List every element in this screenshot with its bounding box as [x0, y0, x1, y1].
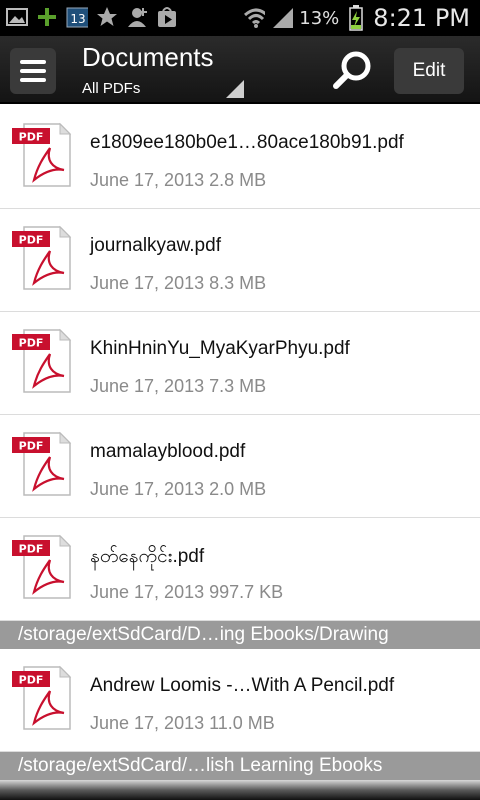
- svg-text:PDF: PDF: [19, 337, 44, 350]
- battery-percent: 13%: [299, 7, 340, 29]
- file-name: e1809ee180b0e1…80ace180b91.pdf: [90, 132, 404, 153]
- pdf-file-icon: PDF: [12, 431, 72, 496]
- page-title[interactable]: Documents: [82, 42, 214, 73]
- folder-section-header: /storage/extSdCard/D…ing Ebooks/Drawing: [0, 621, 480, 649]
- menu-button[interactable]: [10, 48, 56, 94]
- menu-icon: [20, 60, 46, 64]
- svg-text:PDF: PDF: [19, 543, 44, 556]
- pdf-file-icon: PDF: [12, 122, 72, 187]
- picture-icon: [6, 6, 28, 28]
- play-store-icon: [156, 6, 178, 28]
- star-icon: [96, 6, 118, 28]
- list-item[interactable]: PDF Andrew Loomis -…With A Pencil.pdf June…: [0, 649, 480, 752]
- menu-icon-bar: [20, 78, 46, 82]
- notification-icons: 13: [6, 6, 178, 28]
- add-contact-icon: [126, 6, 148, 28]
- search-button[interactable]: [332, 48, 376, 92]
- file-meta: June 17, 2013 2.8 MB: [90, 170, 267, 190]
- list-item[interactable]: PDF e1809ee180b0e1…80ace180b91.pdf June 17…: [0, 106, 480, 209]
- file-meta: June 17, 2013 997.7 KB: [90, 582, 284, 602]
- wifi-icon: [243, 7, 266, 29]
- file-meta: June 17, 2013 11.0 MB: [90, 713, 275, 733]
- file-meta: June 17, 2013 7.3 MB: [90, 376, 267, 396]
- bottom-edge: [0, 780, 480, 800]
- edit-button[interactable]: Edit: [394, 48, 464, 94]
- file-meta: June 17, 2013 8.3 MB: [90, 273, 267, 293]
- file-meta: June 17, 2013 2.0 MB: [90, 479, 267, 499]
- folder-section-header: /storage/extSdCard/…lish Learning Ebooks: [0, 752, 480, 780]
- calendar-icon: 13: [66, 6, 88, 28]
- pdf-file-icon: PDF: [12, 534, 72, 599]
- document-list: PDF e1809ee180b0e1…80ace180b91.pdf June 17…: [0, 106, 480, 780]
- list-item[interactable]: PDF KhinHninYu_MyaKyarPhyu.pdf June 17, 20…: [0, 312, 480, 415]
- file-name: Andrew Loomis -…With A Pencil.pdf: [90, 675, 395, 696]
- svg-text:PDF: PDF: [19, 674, 44, 687]
- pdf-file-icon: PDF: [12, 328, 72, 393]
- file-name: mamalayblood.pdf: [90, 441, 246, 462]
- search-icon: [333, 51, 371, 89]
- plus-icon: [36, 6, 58, 28]
- pdf-file-icon: PDF: [12, 665, 72, 730]
- pdf-file-icon: PDF: [12, 225, 72, 290]
- svg-text:PDF: PDF: [19, 440, 44, 453]
- file-name: journalkyaw.pdf: [90, 235, 221, 256]
- svg-text:PDF: PDF: [19, 131, 44, 144]
- signal-icon: [271, 7, 294, 29]
- list-item[interactable]: PDF mamalayblood.pdf June 17, 2013 2.0 MB: [0, 415, 480, 518]
- list-item[interactable]: PDF journalkyaw.pdf June 17, 2013 8.3 MB: [0, 209, 480, 312]
- file-name: နတ်နေကိုင်း.pdf: [90, 546, 205, 567]
- clock: 8:21 PM: [373, 4, 470, 32]
- battery-charging-icon: [345, 5, 367, 31]
- list-item[interactable]: PDF နတ်နေကိုင်း.pdf June 17, 2013 997.7 KB: [0, 518, 480, 621]
- file-name: KhinHninYu_MyaKyarPhyu.pdf: [90, 338, 350, 359]
- dropdown-triangle-icon[interactable]: [226, 80, 244, 98]
- svg-text:PDF: PDF: [19, 234, 44, 247]
- filter-subtitle[interactable]: All PDFs: [82, 80, 140, 97]
- menu-icon-bar: [20, 69, 46, 73]
- status-bar: 13 13% 8:21 PM: [0, 0, 480, 36]
- calendar-day: 13: [70, 12, 85, 26]
